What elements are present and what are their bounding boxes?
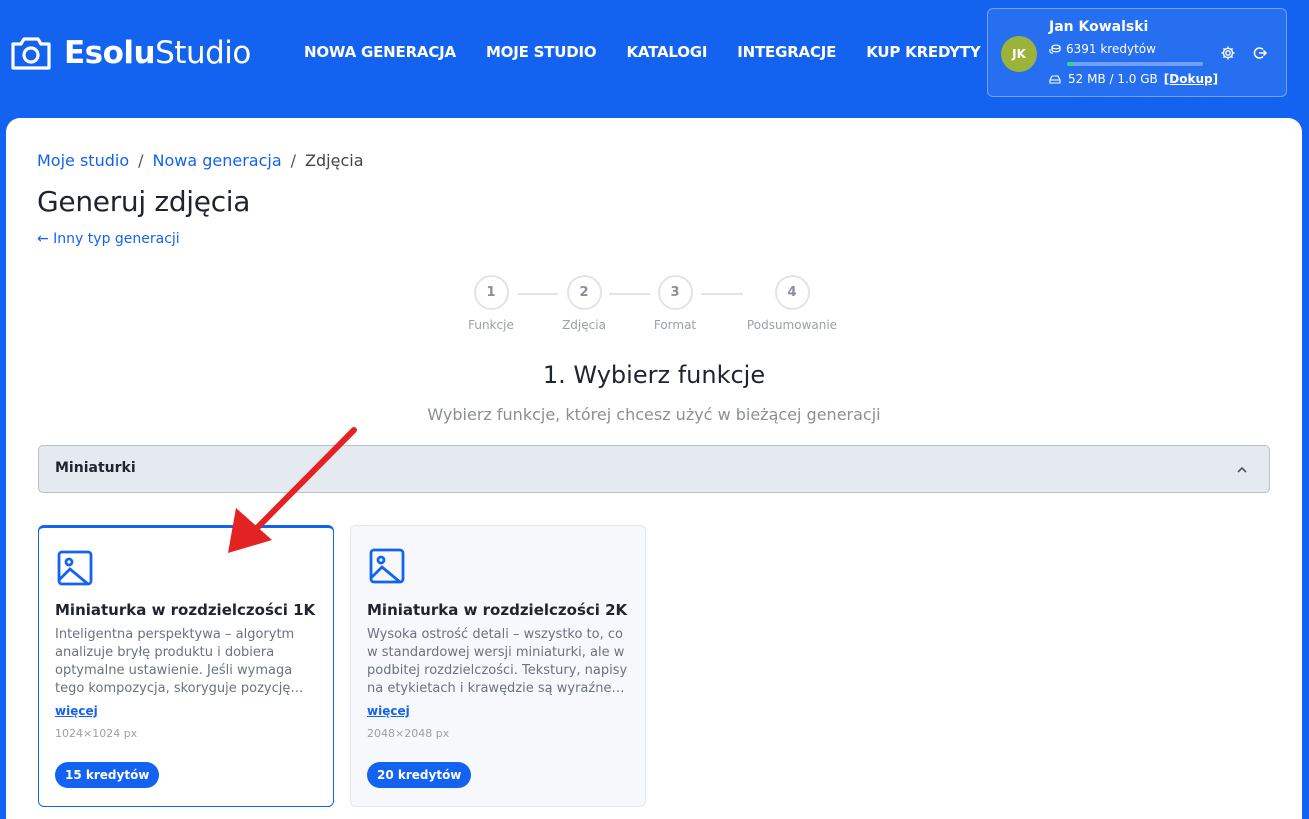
breadcrumb-new-generation[interactable]: Nowa generacja — [153, 151, 282, 170]
breadcrumb-separator: / — [138, 151, 144, 170]
card-more-link[interactable]: więcej — [367, 704, 410, 718]
page-title: Generuj zdjęcia — [37, 185, 251, 218]
nav-catalogs[interactable]: KATALOGI — [611, 40, 722, 64]
card-description: Wysoka ostrość detali – wszystko to, co … — [367, 627, 628, 696]
card-title: Miniaturka w rozdzielczości 2K — [367, 601, 628, 619]
accordion-thumbnails[interactable]: Miniaturki — [38, 445, 1270, 493]
breadcrumb-my-studio[interactable]: Moje studio — [37, 151, 129, 170]
card-title: Miniaturka w rozdzielczości 1K — [55, 601, 316, 619]
section-title: 1. Wybierz funkcje — [542, 361, 766, 389]
card-price-badge: 15 kredytów — [55, 762, 160, 788]
brand-name: EsoluStudio — [64, 35, 251, 71]
image-icon — [57, 550, 93, 586]
avatar[interactable]: JK — [1001, 36, 1037, 72]
storage-text: 52 MB / 1.0 GB — [1068, 72, 1158, 86]
stepper: 1 Funkcje 2 Zdjęcia 3 Format 4 Podsumowa… — [6, 275, 1302, 335]
step-number: 3 — [657, 275, 693, 310]
logout-button[interactable] — [1252, 45, 1268, 61]
breadcrumb: Moje studio / Nowa generacja / Zdjęcia — [37, 151, 364, 170]
feature-card-1k[interactable]: Miniaturka w rozdzielczości 1K Inteligen… — [38, 525, 334, 807]
logout-icon — [1253, 47, 1268, 59]
step-4[interactable]: 4 Podsumowanie — [742, 275, 842, 332]
user-name: Jan Kowalski — [1049, 19, 1149, 35]
storage-usage: 52 MB / 1.0 GB [Dokup] — [1049, 72, 1218, 86]
drive-icon — [1049, 75, 1061, 84]
card-more-link[interactable]: więcej — [55, 704, 98, 718]
section-subtitle: Wybierz funkcje, której chcesz użyć w bi… — [427, 405, 881, 424]
camera-icon — [11, 37, 51, 70]
card-resolution: 1024×1024 px — [55, 727, 138, 740]
settings-button[interactable] — [1220, 45, 1236, 61]
coins-icon — [1049, 44, 1061, 54]
step-number: 4 — [774, 275, 810, 310]
card-price-badge: 20 kredytów — [367, 762, 472, 788]
step-label: Funkcje — [468, 318, 514, 332]
credits-text: 6391 kredytów — [1066, 42, 1156, 56]
feature-card-2k[interactable]: Miniaturka w rozdzielczości 2K Wysoka os… — [350, 525, 646, 807]
storage-progress-fill — [1067, 62, 1074, 66]
step-number: 1 — [473, 275, 509, 310]
back-to-generation-type-link[interactable]: ← Inny typ generacji — [37, 231, 180, 247]
step-2[interactable]: 2 Zdjęcia — [534, 275, 634, 332]
nav-buy-credits[interactable]: KUP KREDYTY — [851, 40, 995, 64]
chevron-up-icon — [1237, 466, 1247, 473]
logo[interactable]: EsoluStudio — [10, 34, 251, 72]
storage-progress — [1067, 62, 1203, 66]
nav-integrations[interactable]: INTEGRACJE — [722, 40, 851, 64]
step-label: Podsumowanie — [746, 318, 838, 332]
main-nav: NOWA GENERACJA MOJE STUDIO KATALOGI INTE… — [289, 40, 996, 64]
top-navbar: EsoluStudio NOWA GENERACJA MOJE STUDIO K… — [0, 0, 1309, 118]
gear-icon — [1221, 46, 1235, 60]
breadcrumb-current: Zdjęcia — [305, 151, 364, 170]
step-3[interactable]: 3 Format — [625, 275, 725, 332]
image-icon — [369, 548, 405, 584]
card-resolution: 2048×2048 px — [367, 727, 450, 740]
step-number: 2 — [566, 275, 602, 310]
credits-balance: 6391 kredytów — [1049, 42, 1156, 56]
user-panel: JK Jan Kowalski 6391 kredytów 52 MB / 1.… — [987, 8, 1287, 97]
main-panel: Moje studio / Nowa generacja / Zdjęcia G… — [6, 118, 1302, 819]
nav-new-generation[interactable]: NOWA GENERACJA — [289, 40, 471, 64]
accordion-title: Miniaturki — [55, 460, 136, 476]
step-label: Zdjęcia — [562, 318, 606, 332]
breadcrumb-separator: / — [290, 151, 297, 170]
step-label: Format — [653, 318, 697, 332]
card-description: Inteligentna perspektywa – algorytm anal… — [55, 627, 304, 696]
topup-storage-link[interactable]: [Dokup] — [1164, 72, 1218, 86]
nav-my-studio[interactable]: MOJE STUDIO — [471, 40, 612, 64]
step-1[interactable]: 1 Funkcje — [441, 275, 541, 332]
